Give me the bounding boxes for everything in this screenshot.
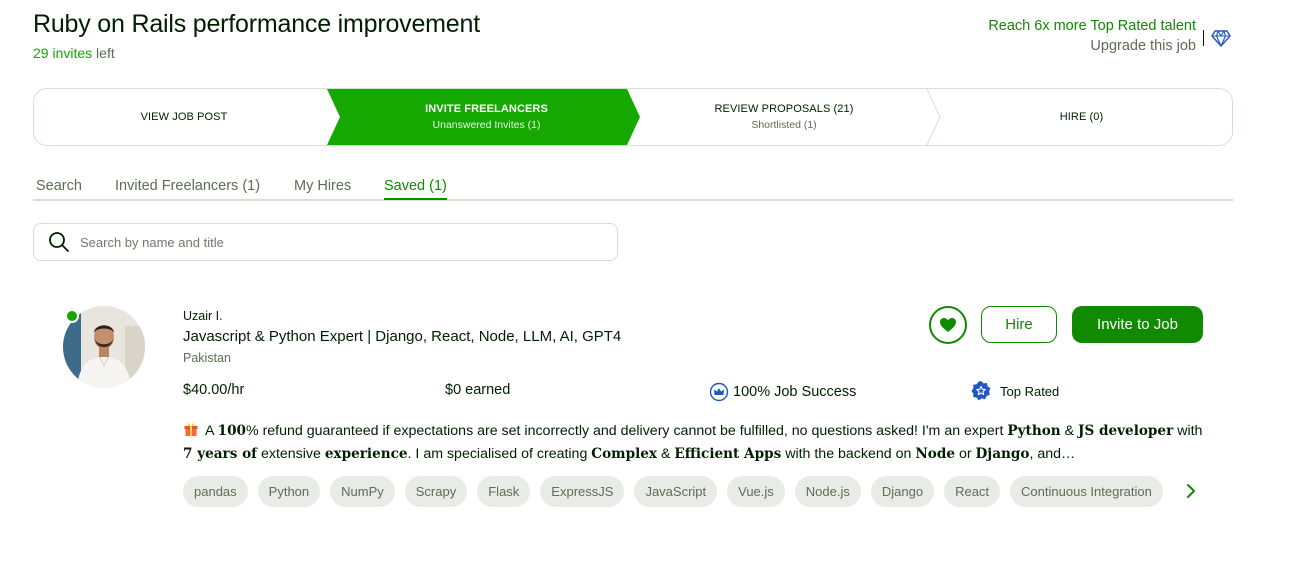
description-emphasis: Node <box>915 446 955 462</box>
upgrade-promo: Reach 6x more Top Rated talent Upgrade t… <box>988 18 1196 54</box>
description-run: with <box>1173 423 1203 439</box>
step-sublabel: Shortlisted (1) <box>751 119 817 131</box>
gift-icon <box>184 423 198 436</box>
step-sublabel: Unanswered Invites (1) <box>432 119 541 131</box>
freelancer-description: A 100% refund guaranteed if expectations… <box>183 420 1203 466</box>
skill-chip[interactable]: React <box>944 476 1001 507</box>
description-run: . I am specialised of creating <box>407 446 592 462</box>
skill-chip[interactable]: Node.js <box>794 476 861 507</box>
search-input[interactable] <box>80 234 580 250</box>
total-earned: $0 earned <box>445 382 511 398</box>
step-invite-freelancers[interactable]: INVITE FREELANCERS Unanswered Invites (1… <box>334 89 639 145</box>
upgrade-job-link[interactable]: Upgrade this job <box>988 38 1196 54</box>
skill-chip[interactable]: Continuous Integration <box>1010 476 1163 507</box>
description-text: A 100% refund guaranteed if expectations… <box>183 423 1202 462</box>
invite-to-job-button[interactable]: Invite to Job <box>1072 306 1203 343</box>
description-run: with the backend on <box>781 446 916 462</box>
skill-chip[interactable]: pandas <box>183 476 248 507</box>
tab-search[interactable]: Search <box>36 178 82 198</box>
hire-button[interactable]: Hire <box>981 306 1057 343</box>
top-rated-badge: Top Rated <box>970 380 1059 402</box>
description-emphasis: Python <box>1007 423 1061 439</box>
tab-invited-freelancers[interactable]: Invited Freelancers (1) <box>115 178 260 198</box>
tab-saved[interactable]: Saved (1) <box>384 178 447 200</box>
online-status-dot <box>65 309 79 323</box>
upgrade-divider <box>1203 30 1204 46</box>
invites-count: 29 invites <box>33 45 93 61</box>
skill-chip[interactable]: Flask <box>477 476 531 507</box>
step-label: HIRE (0) <box>1059 111 1104 123</box>
tab-bar: Search Invited Freelancers (1) My Hires … <box>33 178 1233 201</box>
description-run: or <box>955 446 976 462</box>
description-run: extensive <box>257 446 325 462</box>
skill-chip[interactable]: JavaScript <box>634 476 718 507</box>
page-title: Ruby on Rails performance improvement <box>33 10 480 38</box>
step-label: REVIEW PROPOSALS (21) <box>714 103 854 115</box>
freelancer-headline: Javascript & Python Expert | Django, Rea… <box>183 328 622 345</box>
heart-icon <box>940 318 956 332</box>
skill-chip[interactable]: Vue.js <box>727 476 785 507</box>
top-rated-icon <box>971 381 991 401</box>
description-run: % refund guaranteed if expectations are … <box>246 423 1008 439</box>
description-emphasis: Efficient Apps <box>674 446 782 462</box>
description-emphasis: 7 years of <box>183 446 258 462</box>
skill-chip[interactable]: Django <box>870 476 935 507</box>
description-emphasis: Django <box>975 446 1030 462</box>
chevron-right-icon[interactable] <box>1183 482 1199 500</box>
diamond-icon <box>1211 30 1231 47</box>
search-box <box>33 223 618 261</box>
save-freelancer-button[interactable] <box>929 306 967 344</box>
description-run: & <box>1060 423 1079 439</box>
description-run: , and… <box>1029 446 1076 462</box>
description-run: & <box>657 446 675 462</box>
skill-chip[interactable]: Python <box>257 476 321 507</box>
description-emphasis: JS developer <box>1078 423 1174 439</box>
description-emphasis: Complex <box>591 446 657 462</box>
tab-my-hires[interactable]: My Hires <box>294 178 351 198</box>
reach-more-link[interactable]: Reach 6x more Top Rated talent <box>988 18 1196 34</box>
description-emphasis: 100 <box>217 423 247 439</box>
crown-badge-icon <box>709 382 729 402</box>
skill-chip[interactable]: Scrapy <box>404 476 468 507</box>
freelancer-country: Pakistan <box>183 351 231 365</box>
step-hire[interactable]: HIRE (0) <box>929 89 1232 145</box>
description-emphasis: experience <box>324 446 408 462</box>
freelancer-name[interactable]: Uzair I. <box>183 309 223 323</box>
step-review-proposals[interactable]: REVIEW PROPOSALS (21) Shortlisted (1) <box>639 89 929 145</box>
search-icon <box>49 232 69 252</box>
skill-chip[interactable]: NumPy <box>330 476 395 507</box>
job-success: 100% Job Success <box>709 382 856 402</box>
job-success-label: 100% Job Success <box>733 384 857 400</box>
step-view-job-post[interactable]: VIEW JOB POST <box>34 89 334 145</box>
invites-left: 29 invites left <box>33 45 115 61</box>
skill-chip[interactable]: ExpressJS <box>540 476 625 507</box>
hiring-steps: VIEW JOB POST INVITE FREELANCERS Unanswe… <box>33 88 1233 146</box>
top-rated-label: Top Rated <box>1000 383 1060 399</box>
step-label: VIEW JOB POST <box>140 111 228 123</box>
hourly-rate: $40.00/hr <box>183 382 245 398</box>
description-run: A <box>205 423 218 439</box>
step-label: INVITE FREELANCERS <box>425 103 548 115</box>
invites-suffix: left <box>92 45 115 61</box>
skills-list: pandas Python NumPy Scrapy Flask ExpressJS Jav… <box>183 476 1163 507</box>
